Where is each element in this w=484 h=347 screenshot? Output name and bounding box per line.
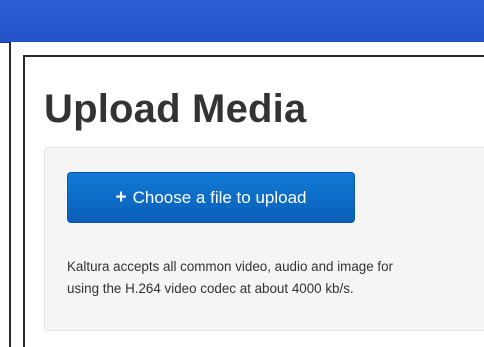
upload-info-line-2: using the H.264 video codec at about 400… bbox=[67, 281, 354, 296]
top-bar bbox=[0, 0, 484, 43]
plus-icon: + bbox=[115, 187, 127, 208]
upload-info-line-1: Kaltura accepts all common video, audio … bbox=[67, 259, 394, 274]
page-title: Upload Media bbox=[44, 87, 307, 131]
choose-file-button[interactable]: + Choose a file to upload bbox=[67, 172, 355, 223]
screen: Upload Media + Choose a file to upload K… bbox=[0, 0, 484, 347]
choose-file-button-label: Choose a file to upload bbox=[132, 187, 307, 207]
upload-info-text: Kaltura accepts all common video, audio … bbox=[67, 256, 484, 300]
